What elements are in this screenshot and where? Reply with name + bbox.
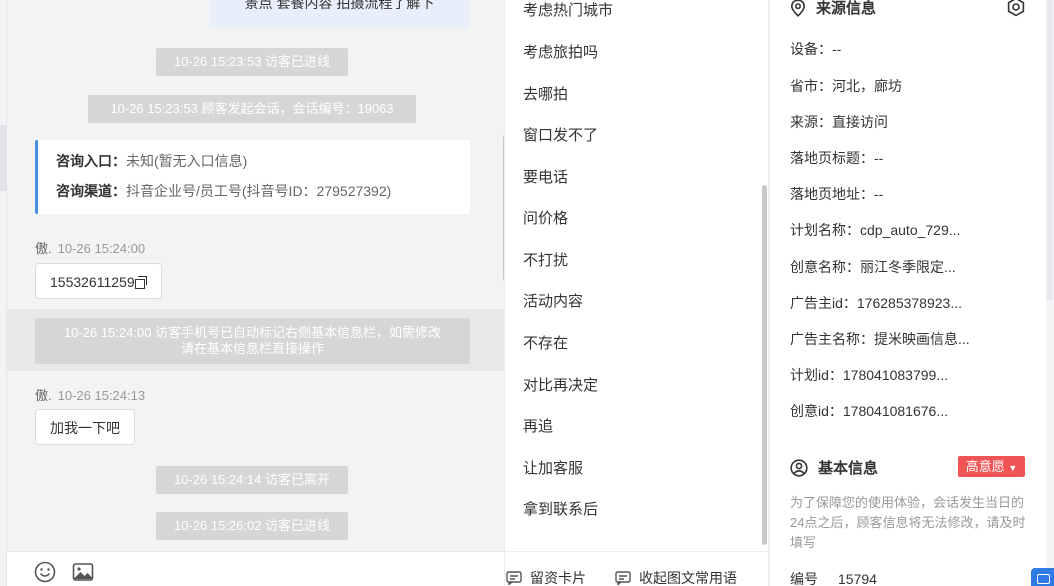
source-info-header: 来源信息 [790,0,876,18]
sender-name: 傲. [35,241,52,256]
source-info-title: 来源信息 [816,0,877,17]
source-field-device: 设备：-- [790,41,842,57]
user-circle-icon [790,458,808,477]
panel-scrollbar-track [1046,0,1054,586]
floating-message-button[interactable] [1031,568,1054,586]
intent-level-dropdown[interactable]: 高意愿 ▼ [958,456,1025,477]
message-collapse-icon [615,571,631,585]
auto-mark-notice-line2: 请在基本信息栏直接操作 [180,341,324,356]
source-field-plan-id: 计划id：178041083799... [790,367,948,383]
image-icon[interactable] [72,561,94,583]
edit-deadline-note: 为了保障您的使用体验，会话发生当日的24点之后，顾客信息将无法修改，请及时填写 [790,495,1026,550]
chat-history: 景点 套餐内容 拍摄流程了解下 10-26 15:23:53 访客已进线 10-… [7,0,504,551]
customer-number-row: 编号 15794 [790,569,877,586]
collapse-phrases-label: 收起图文常用语 [639,570,737,586]
consult-info-card: 咨询入口：未知(暂无入口信息) 咨询渠道：抖音企业号/员工号(抖音号ID：279… [35,140,470,214]
caret-down-icon: ▼ [1008,463,1018,473]
consult-entry-value: 未知(暂无入口信息) [126,153,248,169]
visitor-message[interactable]: 15532611259 [35,263,162,299]
quick-phrase-item[interactable]: 考虑旅拍吗 [523,41,598,62]
quick-phrase-item[interactable]: 考虑热门城市 [523,0,613,20]
message-time: 10-26 15:24:00 [57,241,146,256]
message-text: 15532611259 [50,274,135,290]
settings-icon[interactable] [1006,0,1026,17]
lead-card-label: 留资卡片 [530,570,586,586]
source-field-creative-id: 创意id：178041081676... [790,403,948,419]
quick-phrase-item[interactable]: 去哪拍 [523,83,568,104]
consult-channel-row: 咨询渠道：抖音企业号/员工号(抖音号ID：279527392) [56,176,452,206]
customer-number-value: 15794 [838,571,877,586]
quick-phrase-item[interactable]: 不打扰 [523,249,568,270]
consult-entry-row: 咨询入口：未知(暂无入口信息) [56,146,452,176]
source-field-region: 省市：河北，廊坊 [790,78,902,94]
copy-icon[interactable] [134,276,147,289]
basic-info-title: 基本信息 [818,460,879,477]
customer-number-label: 编号 [790,571,818,586]
system-event: 10-26 15:23:53 顾客发起会话，会话编号：19063 [88,95,416,123]
source-field-creative-name: 创意名称：丽江冬季限定... [790,259,956,275]
quick-phrase-item[interactable]: 对比再决定 [523,374,598,395]
quick-phrase-item[interactable]: 拿到联系后 [523,498,598,519]
message-sender-line: 傲. 10-26 15:24:00 [35,238,145,257]
quick-phrase-item[interactable]: 活动内容 [523,290,583,311]
consult-channel-label: 咨询渠道： [56,183,126,199]
collapse-phrases-button[interactable]: 收起图文常用语 [615,568,737,586]
visitor-message[interactable]: 加我一下吧 [35,409,135,445]
message-text: 加我一下吧 [50,420,120,436]
agent-message-text: 景点 套餐内容 拍摄流程了解下 [244,0,435,11]
system-event: 10-26 15:24:14 访客已离开 [156,466,348,494]
source-field-advertiser-name: 广告主名称：提米映画信息... [790,331,970,347]
source-field-landing-title: 落地页标题：-- [790,150,884,166]
phrase-scrollbar[interactable] [762,185,767,545]
customer-info-panel: 来源信息 设备：-- 省市：河北，廊坊 来源：直接访问 落地页标题：-- 落地页… [770,0,1054,586]
source-field-landing-url: 落地页地址：-- [790,186,884,202]
intent-level-label: 高意愿 [965,459,1005,474]
sender-name: 傲. [35,388,52,403]
quick-phrase-list: 考虑热门城市 考虑旅拍吗 去哪拍 窗口发不了 要电话 问价格 不打扰 活动内容 … [504,0,768,551]
quick-phrase-item[interactable]: 要电话 [523,166,568,187]
consult-channel-value: 抖音企业号/员工号(抖音号ID：279527392) [126,183,392,199]
source-field-advertiser-id: 广告主id：176285378923... [790,295,962,311]
lead-card-button[interactable]: 留资卡片 [506,568,586,586]
message-time: 10-26 15:24:13 [57,388,146,403]
chat-input-toolbar [7,551,504,586]
source-field-plan-name: 计划名称：cdp_auto_729... [790,222,961,238]
quick-phrase-item[interactable]: 让加客服 [523,457,583,478]
location-pin-icon [790,0,806,17]
quick-phrase-item[interactable]: 不存在 [523,332,568,353]
basic-info-header: 基本信息 [790,457,878,478]
agent-message-bubble: 景点 套餐内容 拍摄流程了解下 [209,0,470,28]
message-card-icon [506,571,522,585]
quick-phrase-item[interactable]: 窗口发不了 [523,124,598,145]
system-event: 10-26 15:26:02 访客已进线 [156,512,348,540]
auto-mark-notice: 10-26 15:24:00 访客手机号已自动标记右侧基本信息栏，如需修改 请在… [35,318,470,364]
emoji-icon[interactable] [34,561,56,583]
auto-mark-notice-line1: 10-26 15:24:00 访客手机号已自动标记右侧基本信息栏，如需修改 [63,325,442,340]
quick-phrase-item[interactable]: 问价格 [523,207,568,228]
system-event: 10-26 15:23:53 访客已进线 [156,48,348,76]
left-edge-tab[interactable] [0,125,7,191]
quick-phrase-item[interactable]: 再追 [523,415,553,436]
phrase-toolbar: 留资卡片 收起图文常用语 [504,551,768,586]
source-field-origin: 来源：直接访问 [790,114,888,130]
message-sender-line: 傲. 10-26 15:24:13 [35,385,145,404]
left-edge-strip [0,0,7,586]
panel-scrollbar-thumb[interactable] [1047,0,1053,300]
consult-entry-label: 咨询入口： [56,153,126,169]
